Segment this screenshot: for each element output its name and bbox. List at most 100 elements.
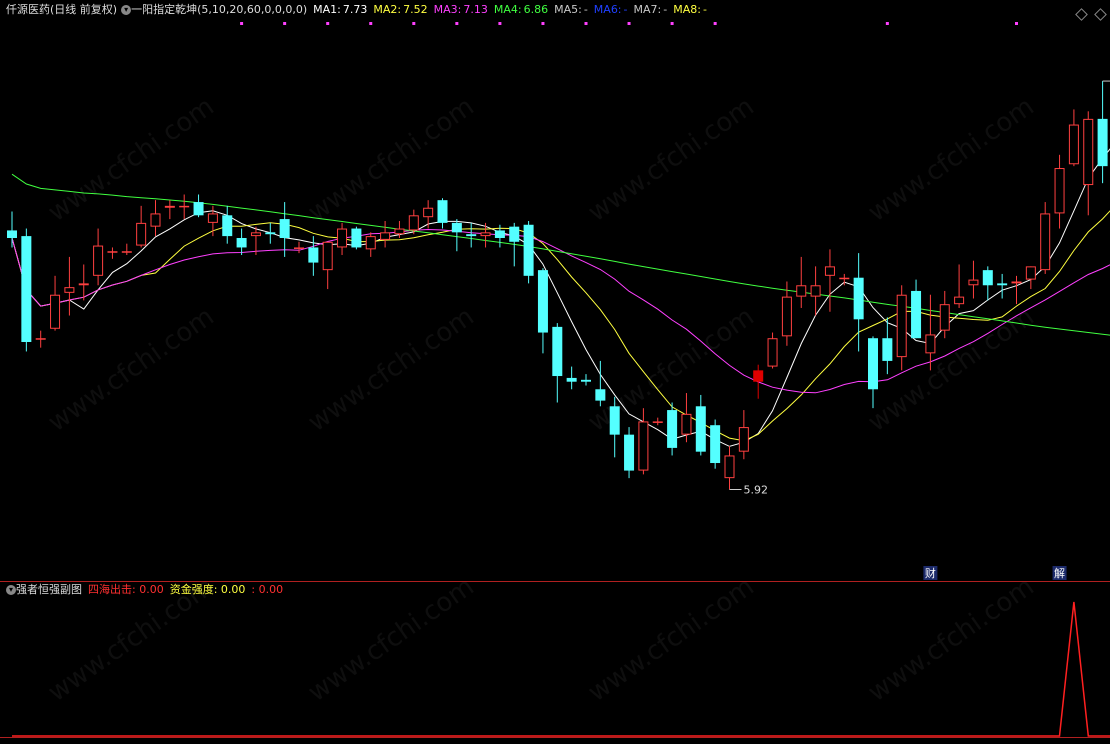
candle (581, 374, 591, 386)
watermark-text: www.cfchi.com (583, 572, 760, 708)
candle-body (667, 410, 678, 448)
ma1-value: 7.73 (342, 3, 368, 16)
candle-body (624, 434, 635, 471)
indicator-name[interactable]: 一阳指定乾坤(5,10,20,60,0,0,0,0) (131, 3, 307, 17)
candle (7, 211, 17, 248)
candle (868, 336, 878, 409)
chevron-down-icon[interactable]: ▾ (121, 5, 132, 15)
candle-body (93, 245, 104, 276)
candle-body (1083, 118, 1094, 186)
candle-body (724, 455, 735, 479)
ma3-value: 7.13 (463, 3, 488, 16)
candle (21, 228, 32, 352)
signal-dot (885, 22, 889, 25)
ma8-label: MA8: (673, 3, 701, 16)
candle (652, 417, 663, 426)
sihai-value: : 0.00 (132, 583, 164, 596)
candle-body (695, 406, 706, 452)
candle (566, 366, 577, 390)
watermark-text: www.cfchi.com (303, 302, 480, 438)
candle (78, 264, 89, 301)
candle (380, 220, 391, 248)
candle (753, 364, 764, 399)
candle-body (207, 213, 218, 223)
candle-body (21, 236, 32, 342)
chevron-down-icon[interactable]: ▾ (6, 585, 16, 595)
candle (121, 243, 132, 256)
ma7-value: - (663, 3, 668, 16)
stock-title[interactable]: 仟源医药(日线 前复权) (6, 3, 117, 17)
candle-body (380, 232, 391, 240)
candle-body (681, 413, 692, 435)
candle-body (853, 277, 864, 320)
candle (107, 247, 118, 259)
candle-body (7, 230, 17, 238)
candle (236, 228, 247, 256)
candle-body (179, 205, 190, 208)
candle-body (1011, 281, 1022, 284)
candle-body (638, 421, 649, 471)
signal-dot (541, 22, 545, 25)
ma1-label: MA1: (313, 3, 341, 16)
candle (738, 410, 749, 460)
candle (982, 266, 993, 301)
candle-body (882, 338, 893, 361)
candle-body (552, 326, 563, 377)
candle (925, 294, 936, 371)
candle-body (322, 241, 333, 271)
candle-body (78, 283, 89, 286)
candle (279, 202, 290, 257)
candle-body (308, 247, 319, 263)
signal-dot (670, 22, 674, 25)
candle (365, 232, 376, 257)
signal-dots (240, 22, 1018, 25)
candle-body (566, 377, 577, 382)
signal-dot (1015, 22, 1018, 25)
candle-body (121, 251, 132, 253)
candle (222, 205, 233, 244)
candle-body (394, 228, 405, 235)
candle (681, 393, 692, 443)
candle (781, 281, 792, 346)
candle (667, 402, 678, 456)
candle-body (753, 370, 764, 382)
candle-body (250, 232, 261, 237)
candle-body (939, 304, 950, 331)
candle (150, 200, 161, 237)
candle (968, 260, 979, 299)
low-price-label: 5.92 (744, 483, 769, 496)
candle (954, 264, 965, 308)
candle-body (265, 232, 276, 235)
candle-body (982, 270, 993, 286)
candle (796, 256, 807, 308)
candle (351, 226, 362, 250)
ma2-label: MA2: (373, 3, 402, 16)
watermark-text: www.cfchi.com (863, 92, 1040, 228)
ma5-label: MA5: (554, 3, 582, 16)
candle-body (609, 406, 620, 435)
candle (64, 256, 75, 316)
candle (337, 222, 348, 256)
candle-body (423, 207, 434, 218)
candle (695, 394, 706, 456)
candle (724, 446, 735, 490)
candle (423, 200, 434, 229)
candle-body (236, 238, 247, 248)
candle-body (509, 226, 520, 242)
candle-body (466, 234, 477, 237)
candle-body (968, 279, 979, 286)
candle (853, 253, 864, 352)
candle-body (738, 427, 749, 452)
sub-title[interactable]: 强者恒强副图 (16, 583, 82, 597)
candle (265, 222, 276, 244)
ma2-line (11, 210, 1110, 442)
candle (1097, 81, 1108, 184)
candle (523, 220, 534, 284)
candle-body (581, 379, 591, 382)
ma4-value: 6.86 (523, 3, 549, 16)
candle (437, 198, 448, 229)
candle (882, 317, 893, 375)
zijin-label: 资金强度 (169, 583, 214, 596)
kline-chart[interactable]: www.cfchi.com www.cfchi.com www.cfchi.com w… (0, 0, 1110, 744)
signal-dot (412, 22, 416, 25)
